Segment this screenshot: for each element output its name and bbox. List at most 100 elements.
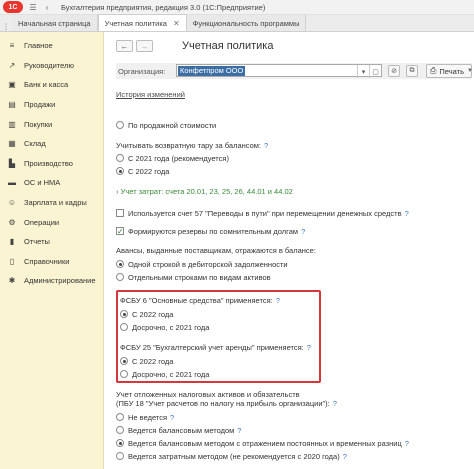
sidebar-item-admin[interactable]: ✱ Администрирование [0,271,103,291]
tare-2022-label: С 2022 года [128,167,170,176]
sidebar-item-manager[interactable]: ↗ Руководителю [0,56,103,76]
open-icon[interactable]: ▢ [369,65,381,78]
tare-2021-label: С 2021 года (рекомендуется) [128,154,229,163]
sidebar-item-label: Операции [24,217,60,227]
tab-functionality[interactable]: Функциональность программы [186,15,307,31]
chevron-down-icon: ▼ [466,68,473,74]
title-bar: 1С ☰ ‹ Бухгалтерия предприятия, редакция… [0,0,474,15]
box-icon: ▦ [8,139,16,149]
radio-fsbu25-2022[interactable] [120,357,128,365]
factory-icon: ▙ [8,158,16,168]
hamburger-icon: ≡ [9,41,15,51]
radio-deferred-cost[interactable] [116,452,124,460]
close-icon[interactable]: ✕ [173,19,180,28]
apps-grid-icon[interactable]: ⋮ [0,22,12,31]
sidebar-item-label: Руководителю [24,60,75,70]
deferred-heading-1: Учет отложенных налоговых активов и обяз… [116,390,300,399]
back-button[interactable]: ← [116,40,133,52]
deferred-heading-2: (ПБУ 18 "Учет расчетов по налогу на приб… [116,399,337,408]
report-icon: ▮ [9,237,15,247]
radio-tare-2022[interactable] [116,167,124,175]
back-arrow-icon[interactable]: ‹ [43,3,51,12]
tab-home[interactable]: Начальная страница [12,15,98,31]
help-icon[interactable]: ? [301,227,305,236]
printer-icon: ⎙ [430,66,437,75]
cart-icon: ▤ [8,100,16,110]
sidebar-item-warehouse[interactable]: ▦ Склад [0,134,103,154]
sidebar-item-label: Зарплата и кадры [24,198,87,208]
org-label: Организация: [118,67,166,76]
forward-button[interactable]: → [136,40,153,52]
help-icon[interactable]: ? [170,413,174,422]
fsbu25-opt1-label: С 2022 года [132,357,174,366]
print-button[interactable]: ⎙ Печать ▼ [426,64,473,78]
cost-accounts-link[interactable]: › Учет затрат: счета 20.01, 23, 25, 26, … [116,187,293,196]
help-icon[interactable]: ? [343,452,347,461]
sidebar-item-label: Главное [24,41,53,51]
dropdown-icon[interactable]: ▾ [357,65,369,78]
help-icon[interactable]: ? [276,296,280,305]
deferred-opt1-label: Не ведется? [128,413,175,422]
sidebar-item-main[interactable]: ≡ Главное [0,36,103,56]
radio-deferred-none[interactable] [116,413,124,421]
radio-fsbu6-2022[interactable] [120,310,128,318]
help-icon[interactable]: ? [237,426,241,435]
book-icon: ▯ [9,256,15,266]
radio-advances-separate[interactable] [116,273,124,281]
bank-icon: ▣ [8,80,16,90]
tab-label: Учетная политика [104,18,167,28]
radio-fsbu25-2021[interactable] [120,370,128,378]
app-logo: 1С [3,1,23,13]
tab-accounting-policy[interactable]: Учетная политика ✕ [97,14,187,31]
advances-opt2-label: Отдельными строками по видам активов [128,273,271,282]
gear-icon: ⚙ [8,217,16,227]
main-content: ← → Учетная политика Организация: Конфет… [104,32,474,469]
account57-label: Используется счет 57 "Переводы в пути" п… [128,209,409,218]
deferred-opt3-label: Ведется балансовым методом с отражением … [128,439,409,448]
arrow-right-icon: → [140,41,149,51]
deferred-opt4-label: Ведется затратным методом (не рекомендуе… [128,452,347,461]
help-icon[interactable]: ? [333,399,337,408]
help-icon[interactable]: ? [307,343,311,352]
by-sale-cost-label: По продажной стоимости [128,121,217,130]
account57-checkbox[interactable] [116,209,124,217]
help-icon[interactable]: ? [264,141,268,150]
radio-advances-one-line[interactable] [116,260,124,268]
sidebar-item-payroll[interactable]: ☺ Зарплата и кадры [0,193,103,213]
help-icon[interactable]: ? [405,439,409,448]
radio-by-sale-cost[interactable] [116,121,124,129]
fsbu25-heading: ФСБУ 25 "Бухгалтерский учет аренды" прим… [120,343,311,352]
sidebar-item-label: Склад [24,139,46,149]
radio-deferred-balance-diff[interactable] [116,439,124,447]
sidebar-item-catalogs[interactable]: ▯ Справочники [0,252,103,272]
help-icon[interactable]: ? [405,209,409,218]
sidebar-item-assets[interactable]: ▬ ОС и НМА [0,173,103,193]
radio-deferred-balance[interactable] [116,426,124,434]
hamburger-icon[interactable]: ☰ [29,3,37,12]
radio-tare-2021[interactable] [116,154,124,162]
page-title: Учетная политика [182,40,274,52]
sidebar-item-bank[interactable]: ▣ Банк и касса [0,75,103,95]
org-value: Конфетпром ООО [178,66,246,76]
sidebar-item-operations[interactable]: ⚙ Операции [0,212,103,232]
sidebar-item-purchases[interactable]: ▥ Покупки [0,114,103,134]
fsbu6-heading: ФСБУ 6 "Основные средства" применяется:? [120,296,280,305]
copy-icon[interactable]: ⧉ [406,65,418,77]
deferred-opt2-label: Ведется балансовым методом? [128,426,242,435]
app-title: Бухгалтерия предприятия, редакция 3.0 (1… [61,2,266,12]
history-link[interactable]: История изменений [116,90,185,99]
car-icon: ▬ [8,178,16,188]
link-icon[interactable]: ⊘ [388,65,400,77]
basket-icon: ▥ [8,119,16,129]
sidebar-item-label: Производство [24,158,73,168]
sidebar-item-production[interactable]: ▙ Производство [0,154,103,174]
sidebar-item-label: Справочники [24,256,70,266]
organization-field[interactable]: Конфетпром ООО ▾ ▢ [176,64,382,78]
sidebar-item-sales[interactable]: ▤ Продажи [0,95,103,115]
tab-label: Функциональность программы [192,18,300,28]
radio-fsbu6-2021[interactable] [120,323,128,331]
sidebar-item-reports[interactable]: ▮ Отчеты [0,232,103,252]
fsbu6-opt2-label: Досрочно, с 2021 года [132,323,210,332]
advances-heading: Авансы, выданные поставщикам, отражаются… [116,246,316,255]
doubtful-debts-checkbox[interactable]: ✓ [116,227,124,236]
